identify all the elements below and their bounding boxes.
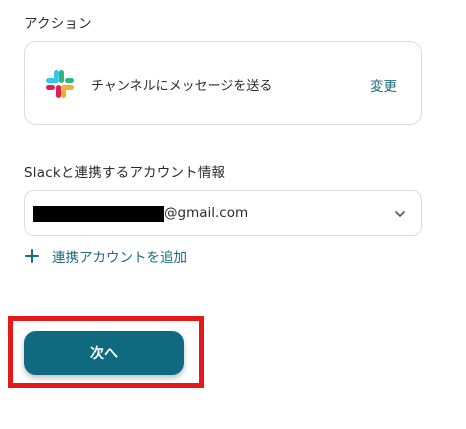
redacted-account-name xyxy=(33,206,164,222)
next-button[interactable]: 次へ xyxy=(24,331,184,375)
slack-icon xyxy=(46,70,74,98)
change-action-link[interactable]: 変更 xyxy=(370,75,397,95)
action-section-label: アクション xyxy=(24,16,92,32)
add-account-label: 連携アカウントを追加 xyxy=(52,250,187,266)
account-select[interactable]: @gmail.com xyxy=(24,190,422,236)
plus-icon xyxy=(25,249,39,263)
action-card: チャンネルにメッセージを送る 変更 xyxy=(24,41,422,125)
account-email-suffix: @gmail.com xyxy=(164,205,249,221)
form-panel: アクション チャンネルにメッセージを送る 変更 Slackと連携するアカウント情… xyxy=(0,0,466,429)
add-account-link[interactable]: 連携アカウントを追加 xyxy=(24,245,187,267)
account-section-label: Slackと連携するアカウント情報 xyxy=(24,165,226,181)
chevron-down-icon xyxy=(395,211,405,217)
action-name: チャンネルにメッセージを送る xyxy=(91,79,273,94)
